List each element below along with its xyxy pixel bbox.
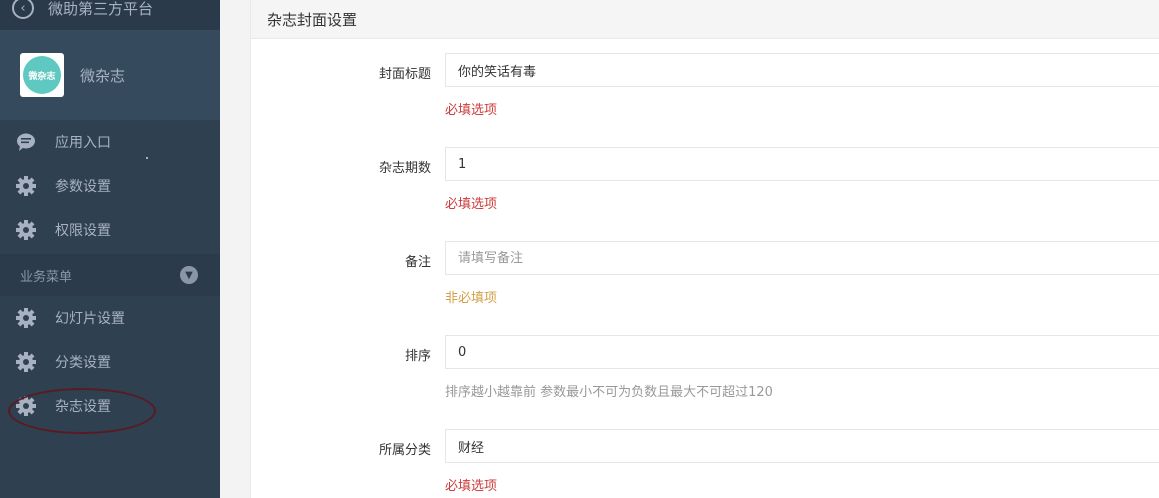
sidebar-item-app-entry[interactable]: 应用入口 [0, 120, 220, 164]
sidebar-item-category[interactable]: 分类设置 [0, 340, 220, 384]
sidebar-item-label: 杂志设置 [55, 399, 111, 415]
sidebar-item-params[interactable]: 参数设置 [0, 164, 220, 208]
field-label: 杂志期数 [378, 161, 431, 176]
sidebar-item-slideshow[interactable]: 幻灯片设置 [0, 296, 220, 340]
field-label: 封面标题 [378, 67, 431, 82]
category-select[interactable] [445, 429, 1159, 463]
back-arrow-icon[interactable]: ‹ [12, 0, 34, 19]
gear-icon [15, 351, 37, 373]
platform-title: 微助第三方平台 [48, 0, 154, 18]
sidebar-item-label: 幻灯片设置 [55, 311, 125, 327]
required-hint: 必填选项 [445, 103, 498, 118]
gear-icon [15, 175, 37, 197]
optional-hint: 非必填项 [445, 291, 498, 306]
magazine-cover-form-panel: 杂志封面设置 封面标题 必填选项 杂志期数 必填选项 备注 非必填项 排序 排序… [250, 0, 1159, 498]
field-label: 所属分类 [378, 443, 431, 458]
sidebar: ‹ 微助第三方平台 微杂志 微杂志 应用入口 参数设置 权限设置 业务菜单 ▼ [0, 0, 220, 498]
app-logo-text: 微杂志 [23, 56, 61, 94]
sort-input[interactable] [445, 335, 1159, 369]
sidebar-item-label: 参数设置 [55, 179, 111, 195]
app-info: 微杂志 微杂志 [0, 30, 220, 120]
chevron-down-icon[interactable]: ▼ [180, 266, 198, 284]
field-label: 备注 [404, 255, 431, 270]
remark-input[interactable] [445, 241, 1159, 275]
sidebar-item-label: 权限设置 [55, 223, 111, 239]
app-name: 微杂志 [80, 66, 126, 85]
required-hint: 必填选项 [445, 479, 498, 494]
chat-bubble-icon [15, 131, 37, 153]
sort-hint: 排序越小越靠前 参数最小不可为负数且最大不可超过120 [445, 385, 773, 400]
cover-title-input[interactable] [445, 53, 1159, 87]
sidebar-item-permissions[interactable]: 权限设置 [0, 208, 220, 252]
decorative-dot [146, 157, 148, 159]
sidebar-item-label: 分类设置 [55, 355, 111, 371]
gear-icon [15, 219, 37, 241]
gear-icon [15, 395, 37, 417]
app-logo: 微杂志 [20, 53, 64, 97]
sidebar-item-label: 应用入口 [55, 135, 111, 151]
issue-number-input[interactable] [445, 147, 1159, 181]
business-menu-header[interactable]: 业务菜单 ▼ [0, 254, 220, 296]
section-label: 业务菜单 [20, 269, 73, 285]
sidebar-item-magazine[interactable]: 杂志设置 [0, 384, 220, 428]
field-label: 排序 [404, 349, 431, 364]
panel-title: 杂志封面设置 [251, 0, 1159, 39]
required-hint: 必填选项 [445, 197, 498, 212]
platform-header[interactable]: ‹ 微助第三方平台 [0, 0, 220, 30]
gear-icon [15, 307, 37, 329]
